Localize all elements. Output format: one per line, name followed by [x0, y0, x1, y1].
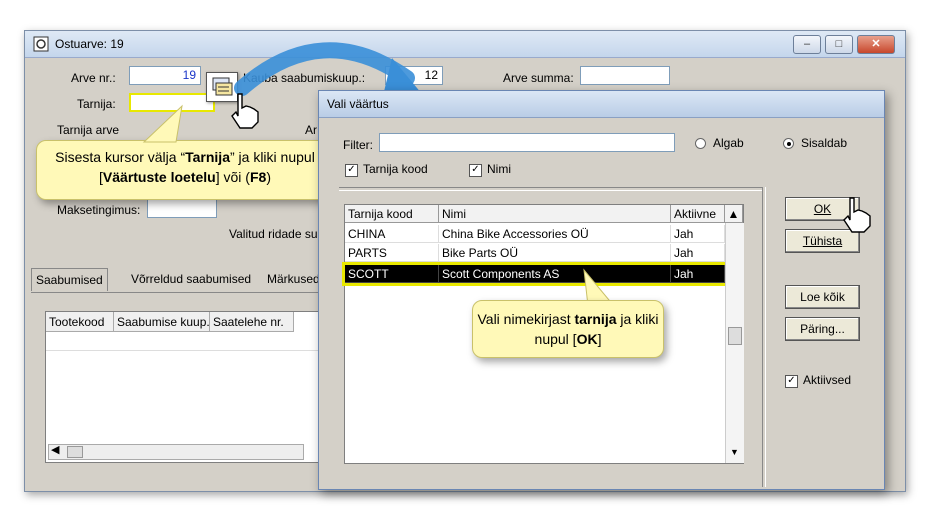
cell-name: Bike Parts OÜ [439, 244, 671, 262]
valitud-ridade-label: Valitud ridade sur [229, 227, 322, 241]
scroll-left-icon[interactable]: ◀ [51, 443, 59, 456]
scroll-up-icon[interactable]: ▲ [725, 205, 743, 223]
cell-name: Scott Components AS [439, 265, 671, 283]
radio-algab[interactable] [695, 138, 706, 149]
checkbox-tarnija-kood[interactable]: ✓ [345, 164, 358, 177]
callout-pointer-icon [142, 104, 183, 143]
cell-code: PARTS [345, 244, 439, 262]
tab-saabumised[interactable]: Saabumised [31, 268, 108, 291]
query-button[interactable]: Päring... [785, 317, 860, 341]
tab-vorreldud-saabumised[interactable]: Võrreldud saabumised [127, 268, 255, 290]
cell-code: CHINA [345, 225, 439, 243]
list-row-selected[interactable]: SCOTT Scott Components AS Jah [342, 262, 728, 286]
dialog-title: Vali väärtus [327, 97, 389, 111]
grid-empty-row [46, 332, 324, 351]
arve-summa-field[interactable] [580, 66, 670, 85]
radio-algab-label: Algab [713, 136, 744, 150]
callout-text: ] [597, 331, 602, 347]
grid-header-saatelehe-nr[interactable]: Saatelehe nr. [210, 312, 294, 332]
hand-cursor-icon [231, 93, 259, 129]
callout-text: ] või ( [215, 169, 250, 185]
scroll-thumb[interactable] [728, 327, 742, 345]
filter-label: Filter: [343, 138, 373, 152]
instruction-callout-right: Vali nimekirjast tarnija ja kliki nupul … [472, 300, 664, 358]
scroll-down-icon[interactable]: ▼ [730, 447, 739, 457]
window-titlebar: Ostuarve: 19 – □ ✕ [25, 31, 905, 58]
divider-vertical [762, 187, 766, 487]
callout-text: Vali nimekirjast [477, 311, 575, 327]
callout-bold: Tarnija [185, 149, 230, 165]
tarnija-arve-label: Tarnija arve [57, 123, 120, 137]
maksetingimus-label: Maksetingimus: [57, 203, 141, 217]
horizontal-scrollbar[interactable]: ◀ [48, 444, 304, 460]
vertical-scrollbar[interactable]: ▼ [725, 223, 744, 463]
maksetingimus-field[interactable] [147, 199, 217, 218]
app-icon [33, 36, 49, 52]
tab-markused[interactable]: Märkused [263, 268, 324, 290]
cell-active: Jah [671, 265, 725, 283]
ar-label: Ar [305, 123, 317, 137]
callout-text: Sisesta kursor välja “ [55, 149, 186, 165]
arve-nr-field[interactable]: 19 [129, 66, 201, 85]
filter-input[interactable] [379, 133, 675, 152]
callout-bold: F8 [249, 169, 267, 185]
callout-bold: OK [576, 331, 598, 347]
arrivals-grid[interactable]: Tootekood Saabumise kuup. Saatelehe nr. … [45, 311, 327, 463]
cancel-label: Tühista [802, 234, 843, 248]
callout-bold: Väärtuste loetelu [102, 169, 216, 185]
arve-nr-label: Arve nr.: [71, 71, 116, 85]
callout-text: ) [266, 169, 271, 185]
load-all-button[interactable]: Loe kõik [785, 285, 860, 309]
window-title: Ostuarve: 19 [55, 37, 124, 51]
scroll-thumb[interactable] [67, 446, 83, 458]
list-row[interactable]: PARTS Bike Parts OÜ Jah [345, 244, 725, 262]
cell-name: China Bike Accessories OÜ [439, 225, 671, 243]
divider [339, 187, 762, 191]
cell-code: SCOTT [345, 265, 439, 283]
instruction-callout-left: Sisesta kursor välja “Tarnija” ja kliki … [36, 140, 334, 200]
hand-cursor-icon [843, 197, 871, 233]
callout-bold: tarnija [574, 311, 617, 327]
grid-header-saabumise-kuup[interactable]: Saabumise kuup. [114, 312, 210, 332]
tarnija-label: Tarnija: [77, 97, 116, 111]
checkbox-tarnija-kood-label: Tarnija kood [363, 162, 428, 176]
tabs: Saabumised Võrreldud saabumised Märkused [31, 268, 331, 293]
radio-sisaldab[interactable] [783, 138, 794, 149]
checkbox-nimi[interactable]: ✓ [469, 164, 482, 177]
col-header-nimi[interactable]: Nimi [439, 205, 671, 223]
checkbox-aktiivsed-label: Aktiivsed [803, 373, 852, 387]
dialog-titlebar: Vali väärtus [319, 91, 884, 118]
close-button[interactable]: ✕ [857, 35, 895, 54]
checkbox-nimi-label: Nimi [487, 162, 511, 176]
minimize-button[interactable]: – [793, 35, 821, 54]
radio-sisaldab-label: Sisaldab [801, 136, 848, 150]
col-header-tarnija-kood[interactable]: Tarnija kood [345, 205, 439, 223]
arve-summa-label: Arve summa: [503, 71, 574, 85]
ok-label: OK [813, 202, 832, 216]
cell-active: Jah [671, 225, 725, 243]
col-header-aktiivne[interactable]: Aktiivne [671, 205, 725, 223]
list-row[interactable]: CHINA China Bike Accessories OÜ Jah [345, 225, 725, 243]
grid-header-tootekood[interactable]: Tootekood [46, 312, 114, 332]
cell-active: Jah [671, 244, 725, 262]
checkbox-aktiivsed[interactable]: ✓ [785, 375, 798, 388]
maximize-button[interactable]: □ [825, 35, 853, 54]
